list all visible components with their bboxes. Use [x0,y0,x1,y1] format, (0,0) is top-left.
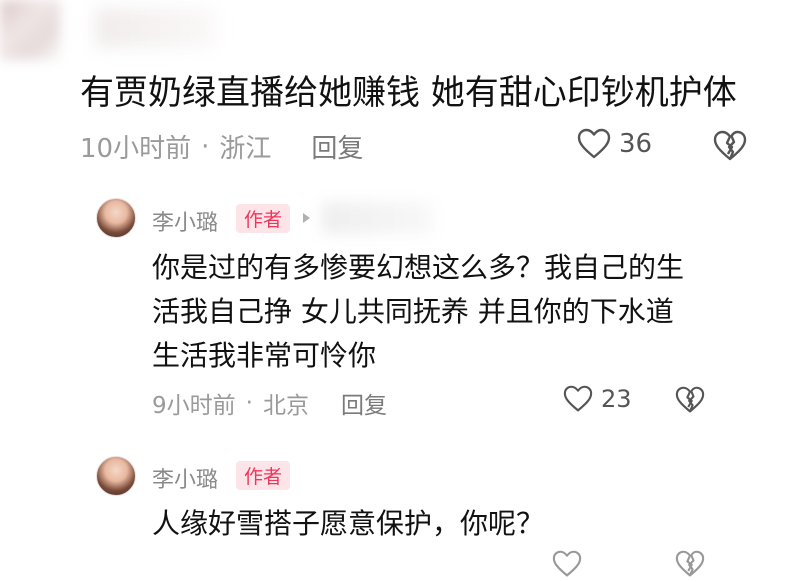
author-badge: 作者 [236,461,291,490]
meta-separator: · [201,131,210,162]
blurred-username [95,8,215,48]
triangle-right-icon [303,213,310,223]
reply-button[interactable]: 回复 [341,386,387,420]
broken-heart-icon [675,386,705,413]
blurred-reply-target [322,202,432,234]
reply-text: 人缘好雪搭子愿意保护，你呢？ [152,507,545,540]
comment-location: 浙江 [219,134,272,164]
like-button[interactable]: 23 [563,385,632,413]
comment-meta: 10小时前 · 浙江 回复 [80,128,363,165]
heart-outline-icon [563,385,593,412]
dislike-button[interactable] [713,130,747,166]
author-avatar[interactable] [96,456,136,496]
reply-button[interactable]: 回复 [311,128,363,165]
reply-time: 9小时前 [152,393,236,419]
like-count: 23 [601,385,632,413]
broken-heart-icon [713,130,747,161]
broken-heart-icon [675,550,705,577]
reply-location: 北京 [262,393,309,419]
heart-outline-icon [577,128,611,159]
comment-time: 10小时前 [80,134,192,164]
like-button[interactable] [552,550,582,578]
blurred-avatar [0,0,60,60]
dislike-button[interactable] [675,386,705,418]
author-badge: 作者 [236,204,291,233]
like-count: 36 [619,129,653,159]
heart-outline-icon [552,550,582,577]
like-button[interactable]: 36 [577,128,652,160]
comment-text: 有贾奶绿直播给她赚钱 她有甜心印钞机护体 [80,73,737,113]
reply-meta: 9小时前 · 北京 回复 [152,386,387,420]
dislike-button[interactable] [675,550,705,582]
author-name[interactable]: 李小璐 [152,462,218,494]
meta-separator: · [245,390,253,416]
author-avatar[interactable] [96,198,136,238]
reply-text: 你是过的有多惨要幻想这么多？我自己的生 活我自己挣 女儿共同抚养 并且你的下水道… [152,251,685,372]
author-name[interactable]: 李小璐 [152,205,218,237]
